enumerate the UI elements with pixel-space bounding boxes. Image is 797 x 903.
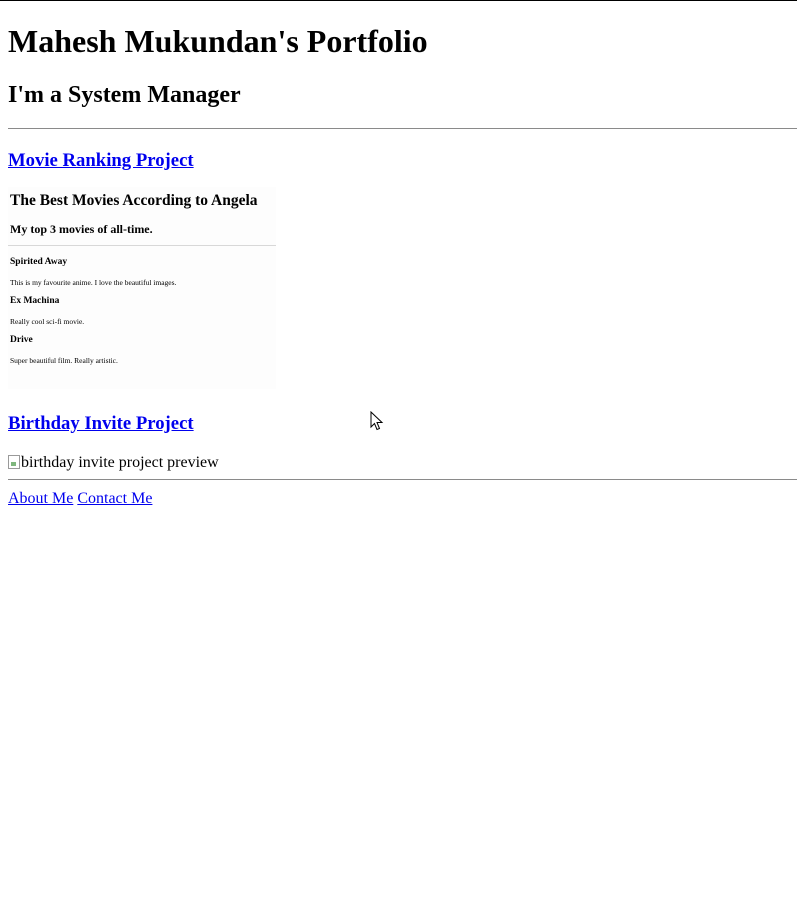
preview-movie-name: Spirited Away (10, 257, 68, 267)
preview-divider (8, 245, 276, 246)
preview-movie-desc: This is my favourite anime. I love the b… (10, 278, 177, 287)
preview-movie-desc: Super beautiful film. Really artistic. (10, 356, 118, 365)
page-title: Mahesh Mukundan's Portfolio (8, 23, 428, 59)
top-divider (8, 128, 797, 129)
mouse-pointer-icon (370, 411, 384, 431)
preview-subtitle: My top 3 movies of all-time. (10, 222, 153, 236)
movie-ranking-project-link[interactable]: Movie Ranking Project (8, 149, 194, 173)
movie-ranking-preview-image: The Best Movies According to Angela My t… (8, 187, 276, 389)
bottom-divider (8, 479, 797, 480)
broken-image-icon (8, 455, 20, 469)
page-subtitle: I'm a System Manager (8, 82, 241, 108)
preview-movie-name: Drive (10, 335, 33, 345)
footer-nav: About Me Contact Me (8, 489, 152, 509)
about-me-link[interactable]: About Me (8, 490, 73, 507)
contact-me-link[interactable]: Contact Me (77, 490, 152, 507)
preview-title: The Best Movies According to Angela (10, 192, 258, 209)
preview-movie-name: Ex Machina (10, 296, 60, 306)
image-alt-text: birthday invite project preview (21, 454, 219, 471)
birthday-invite-preview-image: birthday invite project preview (8, 452, 219, 474)
birthday-invite-project-link[interactable]: Birthday Invite Project (8, 412, 194, 436)
preview-movie-desc: Really cool sci-fi movie. (10, 317, 85, 326)
